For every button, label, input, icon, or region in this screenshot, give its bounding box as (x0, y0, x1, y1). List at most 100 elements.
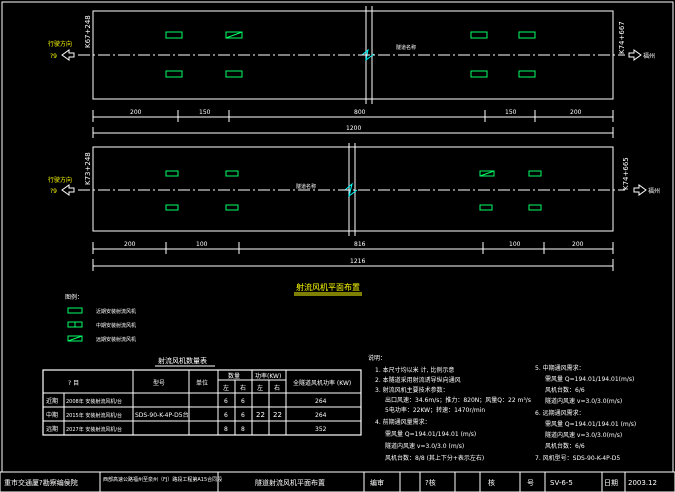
tunnel-2-right-station: K74+665 (622, 157, 630, 190)
tunnel-2-right-arrow-label: 福州 (648, 187, 660, 195)
fan-near-icon (165, 70, 183, 78)
legend-item: 近期安装射流风机 (96, 308, 136, 315)
row-right: 6 (241, 412, 245, 419)
row-phase: 远期 (46, 425, 58, 433)
row-left: 6 (224, 412, 228, 419)
row-total: 264 (315, 398, 327, 405)
tunnel-1-direction-value: ?9 (50, 53, 57, 60)
dim-label: 200 (130, 109, 142, 116)
checker-label: ?核 (425, 478, 436, 487)
row-right: 8 (241, 426, 245, 433)
note-line: 需风量 Q=194.01/194.01(m/s) (545, 376, 634, 383)
fan-near-icon (470, 31, 488, 39)
right-arrow-icon (628, 49, 642, 61)
dim-label: 800 (354, 109, 366, 116)
note-line: 隧道内风速 v=3.0/3.0 (m/s) (385, 442, 464, 450)
title-block: 重市交通厦?勘察编侯院 西部高速公路福州至泉州（FJ）路段工程第A15合同段 隧… (0, 471, 675, 492)
header-left: 左 (257, 384, 263, 392)
header-qty: 数量 (228, 372, 240, 380)
reviewer-label: 核 (488, 478, 495, 487)
fan-near-icon (470, 70, 488, 78)
cad-drawing-canvas: K67+248 K74+667 隧道名称 行驶方向 ?9 福州 200 150 … (0, 1, 675, 492)
dim-label: 150 (505, 109, 517, 116)
legend-item: 远期安装射流风机 (96, 336, 136, 343)
header-item: ? 目 (68, 380, 79, 387)
fan-near-icon (528, 204, 542, 211)
header-model: 型号 (153, 379, 165, 387)
row-phase: 中期 (46, 411, 58, 419)
note-line: 5电功率：22KW；转速：1470r/min (385, 406, 485, 414)
note-line: 风机台数：8/8 (其上下分+表示左右) (385, 454, 484, 462)
header-right: 右 (240, 384, 246, 392)
fan-near-icon (225, 170, 239, 177)
note-line: 4. 前期通风量需求： (375, 418, 431, 426)
table-title: 射流风机数量表 (158, 356, 207, 365)
fan-near-icon (165, 31, 183, 39)
designer-label: 编审 (370, 478, 384, 487)
fan-near-icon (528, 170, 542, 177)
dim-label: 200 (124, 241, 136, 248)
date-value: 2003.12 (628, 479, 657, 487)
row-left: 8 (224, 426, 228, 433)
note-line: 隧道内风速 v=3.0/3.0(m/s) (545, 431, 622, 439)
fan-near-icon (518, 70, 536, 78)
model-value: SDS-90-K-4P-D5台 (135, 411, 189, 419)
header-power: 功率(KW) (255, 372, 281, 380)
total-dim-label: 1200 (346, 125, 361, 132)
project-name: 西部高速公路福州至泉州（FJ）路段工程第A15合同段 (103, 476, 222, 483)
row-total: 264 (315, 412, 327, 419)
power-right: 22 (273, 411, 282, 419)
row-phase: 近期 (46, 397, 58, 405)
date-label: 日期 (604, 479, 618, 487)
legend-title: 图例： (65, 293, 83, 301)
tunnel-1-center-label: 隧道名称 (396, 44, 416, 51)
row-desc: 2027年 安装射流风机/台 (66, 426, 122, 433)
notes: 说明： 1. 本尺寸均以米 计, 比例示意 2. 本隧道采用射流诱导纵向通风 3… (368, 354, 636, 462)
row-desc: 2008年 安装射流风机/台 (66, 398, 122, 405)
number-label: 号 (527, 479, 534, 487)
fan-near-icon (518, 31, 536, 39)
fan-near-icon (165, 170, 179, 177)
note-line: 隧道内风速 v=3.0/3.0(m/s) (545, 397, 622, 405)
fan-near-icon (479, 204, 493, 211)
note-line: 需风量 Q=194.01/194.01 (m/s) (385, 431, 476, 438)
fan-near-icon (67, 307, 83, 314)
note-line: 7. 风机型号：SDS-90-K-4P-D5 (535, 454, 620, 462)
right-arrow-icon (633, 184, 647, 196)
legend: 图例： 近期安装射流风机 中期安装射流风机 远期安装射流风机 (65, 293, 136, 343)
tunnel-1-plan: K67+248 K74+667 隧道名称 行驶方向 ?9 福州 200 150 … (48, 6, 655, 138)
tunnel-2-direction-value: ?9 (50, 188, 57, 195)
plan-title: 射流风机平面布置 (296, 282, 360, 292)
header-left: 左 (223, 384, 229, 392)
row-right: 6 (241, 398, 245, 405)
header-total: 全隧道风机功率 (KW) (293, 379, 351, 387)
dim-label: 200 (570, 109, 582, 116)
dim-label: 100 (196, 241, 208, 248)
note-line: 5. 中期通风需求： (535, 364, 585, 372)
row-total: 352 (315, 426, 327, 433)
tunnel-2-center-label: 隧道名称 (296, 183, 316, 190)
tunnel-1-direction-label: 行驶方向 (48, 40, 72, 48)
tunnel-2-direction-label: 行驶方向 (48, 176, 72, 184)
dim-label: 816 (354, 241, 366, 248)
quantity-table: 射流风机数量表 ? 目 型号 单位 数量 左 右 功率(KW) 左 右 全隧道风… (42, 356, 362, 436)
tunnel-2-plan: K73+248 K74+665 隧道名称 行驶方向 ?9 福州 200 100 … (48, 143, 660, 271)
note-line: 出口风速：34.6m/s；推力：820N；风量Q：22 m³/s (385, 396, 531, 404)
row-left: 6 (224, 398, 228, 405)
tunnel-1-left-station: K67+248 (84, 15, 92, 48)
tunnel-1-right-arrow-label: 福州 (643, 52, 655, 60)
dim-label: 200 (572, 241, 584, 248)
institute-name: 重市交通厦?勘察编侯院 (4, 478, 78, 487)
note-line: 风机台数：6/6 (545, 386, 585, 394)
fan-near-icon (225, 70, 243, 78)
tunnel-2-outline (92, 146, 614, 232)
left-arrow-icon (61, 184, 75, 196)
total-dim-label: 1216 (350, 258, 365, 265)
fan-near-icon (225, 204, 239, 211)
legend-item: 中期安装射流风机 (96, 322, 136, 329)
note-line: 风机台数：6/6 (545, 442, 585, 450)
drawing-name: 隧道射流风机平面布置 (255, 478, 325, 487)
note-line: 6. 远期通风需求： (535, 409, 585, 417)
header-right: 右 (274, 384, 280, 392)
tunnel-2-left-station: K73+248 (84, 152, 92, 185)
